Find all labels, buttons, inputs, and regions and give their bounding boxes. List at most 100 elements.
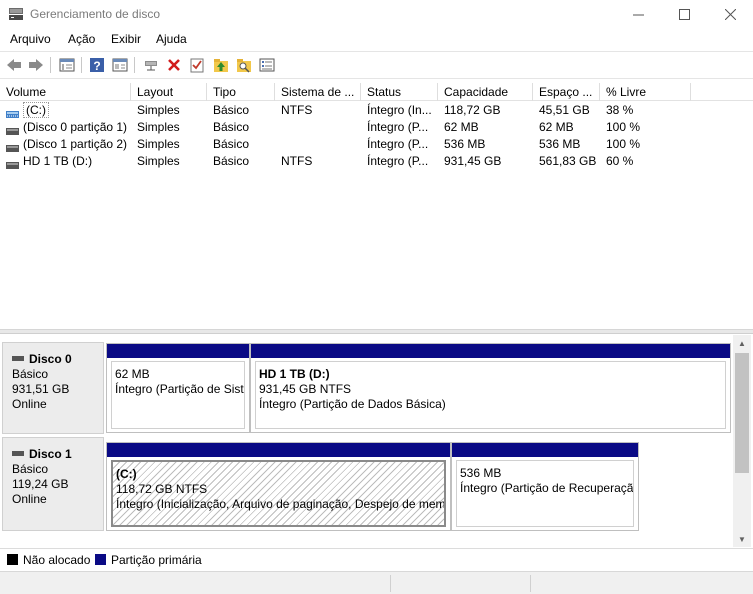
capacidade-cell: 118,72 GB (444, 103, 501, 117)
delete-button[interactable] (165, 56, 183, 74)
forward-arrow-icon (29, 59, 43, 71)
up-folder-button[interactable] (212, 56, 230, 74)
svg-text:?: ? (93, 59, 100, 73)
show-hide-pane-button[interactable] (111, 56, 129, 74)
search-folder-button[interactable] (235, 56, 253, 74)
partition-status: Íntegro (Partição de Recuperação) (460, 481, 634, 495)
espaco-cell: 561,83 GB (539, 154, 597, 168)
partition-bar (107, 344, 249, 358)
connect-icon (145, 61, 157, 71)
partition-d[interactable]: HD 1 TB (D:) 931,45 GB NTFS Íntegro (Par… (250, 343, 731, 433)
layout-cell: Simples (137, 120, 180, 134)
capacidade-cell: 62 MB (444, 120, 479, 134)
disk-type: Básico (12, 367, 49, 381)
disk-state: Online (12, 397, 47, 411)
tipo-cell: Básico (213, 120, 250, 134)
partition-size: 62 MB (115, 367, 150, 381)
layout-cell: Simples (137, 103, 180, 117)
col-espaco[interactable]: Espaço ... (533, 83, 600, 101)
minimize-button[interactable] (615, 0, 661, 29)
volume-list: Volume Layout Tipo Sistema de ... Status… (0, 80, 753, 330)
volume-name: (C:) (23, 102, 49, 118)
scroll-up-icon[interactable]: ▲ (733, 335, 751, 351)
sistema-cell: NTFS (281, 103, 313, 117)
disk-management-icon (8, 7, 24, 21)
menu-bar: Arquivo Ação Exibir Ajuda (0, 29, 753, 51)
maximize-icon (678, 9, 690, 20)
table-row[interactable]: (C:) Simples Básico NTFS Íntegro (In... … (0, 102, 753, 119)
col-livre[interactable]: % Livre (600, 83, 691, 101)
primary-partition-swatch (95, 554, 106, 565)
table-row[interactable]: (Disco 1 partição 2) Simples Básico Ínte… (0, 136, 753, 153)
livre-cell: 100 % (606, 137, 641, 151)
partition-name: HD 1 TB (D:) (259, 367, 330, 381)
disk-1-label[interactable]: Disco 1 Básico 119,24 GB Online (2, 437, 104, 531)
properties-button[interactable] (58, 56, 76, 74)
volume-name: (Disco 0 partição 1) (23, 120, 128, 134)
disk-name: Disco 1 (29, 447, 72, 461)
col-sistema[interactable]: Sistema de ... (275, 83, 361, 101)
check-button[interactable] (188, 56, 206, 74)
partition-bar (251, 344, 730, 358)
scroll-down-icon[interactable]: ▼ (733, 531, 751, 547)
drive-icon (6, 157, 19, 170)
livre-cell: 38 % (606, 103, 634, 117)
status-separator (530, 575, 531, 592)
col-capacidade[interactable]: Capacidade (438, 83, 533, 101)
col-status[interactable]: Status (361, 83, 438, 101)
search-folder-icon (237, 59, 251, 73)
status-cell: Íntegro (In... (367, 103, 432, 117)
tipo-cell: Básico (213, 103, 250, 117)
sistema-cell: NTFS (281, 154, 313, 168)
sistema-cell (275, 136, 361, 153)
toolbar: ? (0, 51, 753, 79)
partition-recovery[interactable]: 536 MB Íntegro (Partição de Recuperação) (451, 442, 639, 531)
menu-acao[interactable]: Ação (68, 32, 95, 46)
partition-status: Íntegro (Partição de Sistema EFI) (115, 382, 244, 396)
disk-graph-pane: Disco 0 Básico 931,51 GB Online 62 MB Ín… (0, 335, 733, 547)
scroll-thumb[interactable] (735, 353, 749, 473)
partition-bar (452, 443, 638, 457)
disk-type: Básico (12, 462, 49, 476)
livre-cell: 60 % (606, 154, 634, 168)
col-tipo[interactable]: Tipo (207, 83, 275, 101)
volume-name: (Disco 1 partição 2) (23, 137, 128, 151)
menu-ajuda[interactable]: Ajuda (156, 32, 187, 46)
capacidade-cell: 931,45 GB (444, 154, 502, 168)
tipo-cell: Básico (213, 154, 250, 168)
connect-button[interactable] (142, 56, 160, 74)
espaco-cell: 62 MB (539, 120, 574, 134)
list-header: Volume Layout Tipo Sistema de ... Status… (0, 83, 753, 101)
menu-arquivo[interactable]: Arquivo (10, 32, 51, 46)
disk-icon (12, 451, 24, 457)
partition-size: 536 MB (460, 466, 502, 480)
legend-unallocated: Não alocado (23, 553, 91, 567)
partition-size: 931,45 GB NTFS (259, 382, 352, 396)
disk-size: 931,51 GB (12, 382, 70, 396)
col-volume[interactable]: Volume (0, 83, 131, 101)
status-cell: Íntegro (P... (367, 120, 429, 134)
disk-state: Online (12, 492, 47, 506)
partition-efi[interactable]: 62 MB Íntegro (Partição de Sistema EFI) (106, 343, 250, 433)
back-button[interactable] (5, 56, 23, 74)
col-layout[interactable]: Layout (131, 83, 207, 101)
table-row[interactable]: (Disco 0 partição 1) Simples Básico Ínte… (0, 119, 753, 136)
drive-icon (6, 123, 19, 136)
disk-0-label[interactable]: Disco 0 Básico 931,51 GB Online (2, 342, 104, 434)
toolbar-separator (134, 57, 135, 73)
vertical-scrollbar[interactable]: ▲ ▼ (733, 335, 751, 547)
maximize-button[interactable] (661, 0, 707, 29)
partition-c[interactable]: (C:) 118,72 GB NTFS Íntegro (Inicializaç… (106, 442, 451, 531)
close-button[interactable] (707, 0, 753, 29)
table-row[interactable]: HD 1 TB (D:) Simples Básico NTFS Íntegro… (0, 153, 753, 170)
pane-splitter[interactable] (0, 330, 753, 334)
volume-name: HD 1 TB (D:) (23, 154, 93, 168)
menu-exibir[interactable]: Exibir (111, 32, 141, 46)
forward-button[interactable] (27, 56, 45, 74)
partition-bar (107, 443, 450, 457)
disk-icon (12, 356, 24, 362)
close-icon (724, 9, 736, 20)
help-button[interactable]: ? (88, 56, 106, 74)
list-view-button[interactable] (258, 56, 276, 74)
disk-size: 119,24 GB (12, 477, 69, 491)
